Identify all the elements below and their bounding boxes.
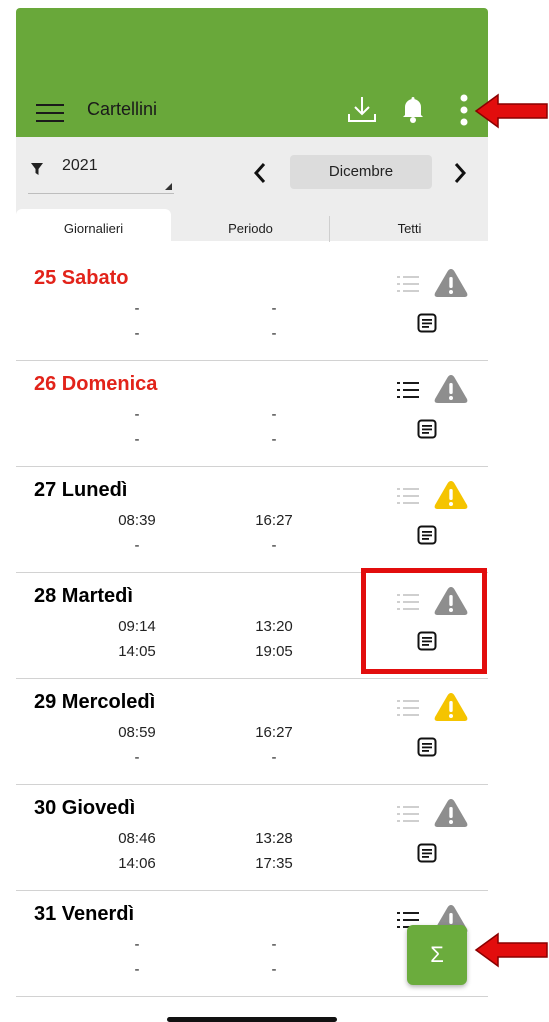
entry-time: 14:05 [118, 643, 156, 660]
day-title: 27 Lunedì [34, 479, 128, 501]
red-arrow-icon [474, 932, 548, 968]
entry-time: 14:06 [118, 855, 156, 872]
dropdown-caret-icon [165, 183, 172, 190]
note-icon[interactable] [417, 419, 437, 439]
day-title: 26 Domenica [34, 373, 158, 395]
sum-button[interactable]: Σ [407, 925, 467, 985]
day-row[interactable]: 26 Domenica - - - - [16, 361, 488, 467]
day-title: 25 Sabato [34, 267, 129, 289]
exit-time: - [271, 406, 277, 423]
day-row[interactable]: 30 Giovedì 08:46 13:28 14:06 17:35 [16, 785, 488, 891]
list-icon[interactable] [397, 699, 419, 717]
exit-time: 16:27 [255, 512, 293, 529]
entry-time: 09:14 [118, 618, 156, 635]
home-indicator [167, 1017, 337, 1022]
note-icon[interactable] [417, 843, 437, 863]
exit-time: - [271, 936, 277, 953]
day-row[interactable]: 25 Sabato - - - - [16, 255, 488, 361]
download-icon[interactable] [344, 92, 380, 128]
entry-time: - [134, 936, 140, 953]
entry-time: - [134, 749, 140, 766]
page-title: Cartellini [87, 99, 158, 119]
exit-time: 19:05 [255, 643, 293, 660]
month-selector[interactable]: Dicembre [290, 155, 432, 189]
exit-time: - [271, 749, 277, 766]
year-dropdown[interactable]: 2021 [28, 155, 174, 194]
highlight-box [361, 568, 487, 674]
note-icon[interactable] [417, 313, 437, 333]
warning-icon[interactable] [433, 797, 469, 829]
exit-time: 13:20 [255, 618, 293, 635]
warning-icon[interactable] [433, 373, 469, 405]
note-icon[interactable] [417, 737, 437, 757]
tab-periodo[interactable]: Periodo [173, 209, 328, 243]
entry-time: - [134, 431, 140, 448]
warning-icon[interactable] [433, 691, 469, 723]
next-month-button[interactable] [446, 157, 474, 189]
entry-time: - [134, 961, 140, 978]
tab-giornalieri[interactable]: Giornalieri [16, 209, 171, 243]
warning-icon[interactable] [433, 267, 469, 299]
entry-time: 08:59 [118, 724, 156, 741]
year-value: 2021 [62, 157, 98, 174]
exit-time: 13:28 [255, 830, 293, 847]
exit-time: - [271, 961, 277, 978]
day-title: 30 Giovedì [34, 797, 136, 819]
note-icon[interactable] [417, 525, 437, 545]
exit-time: - [271, 300, 277, 317]
day-title: 28 Martedì [34, 585, 133, 607]
list-icon[interactable] [397, 805, 419, 823]
entry-time: 08:39 [118, 512, 156, 529]
warning-icon[interactable] [433, 479, 469, 511]
day-title: 31 Venerdì [34, 903, 135, 925]
entry-time: - [134, 537, 140, 554]
entry-time: - [134, 300, 140, 317]
red-arrow-icon [474, 93, 548, 129]
entry-time: - [134, 325, 140, 342]
exit-time: - [271, 537, 277, 554]
entry-time: 08:46 [118, 830, 156, 847]
more-vertical-icon[interactable] [452, 94, 476, 128]
day-row[interactable]: 27 Lunedì 08:39 16:27 - - [16, 467, 488, 573]
previous-month-button[interactable] [246, 157, 274, 189]
app-bar: Cartellini [16, 8, 488, 137]
tab-tetti[interactable]: Tetti [331, 209, 488, 243]
list-icon[interactable] [397, 381, 419, 399]
list-icon[interactable] [397, 275, 419, 293]
list-icon[interactable] [397, 487, 419, 505]
filter-icon [31, 163, 43, 175]
menu-icon[interactable] [36, 104, 64, 122]
day-title: 29 Mercoledì [34, 691, 156, 713]
exit-time: - [271, 431, 277, 448]
exit-time: - [271, 325, 277, 342]
exit-time: 17:35 [255, 855, 293, 872]
tab-divider [329, 216, 330, 242]
entry-time: - [134, 406, 140, 423]
day-row[interactable]: 29 Mercoledì 08:59 16:27 - - [16, 679, 488, 785]
bell-icon[interactable] [400, 94, 426, 124]
exit-time: 16:27 [255, 724, 293, 741]
